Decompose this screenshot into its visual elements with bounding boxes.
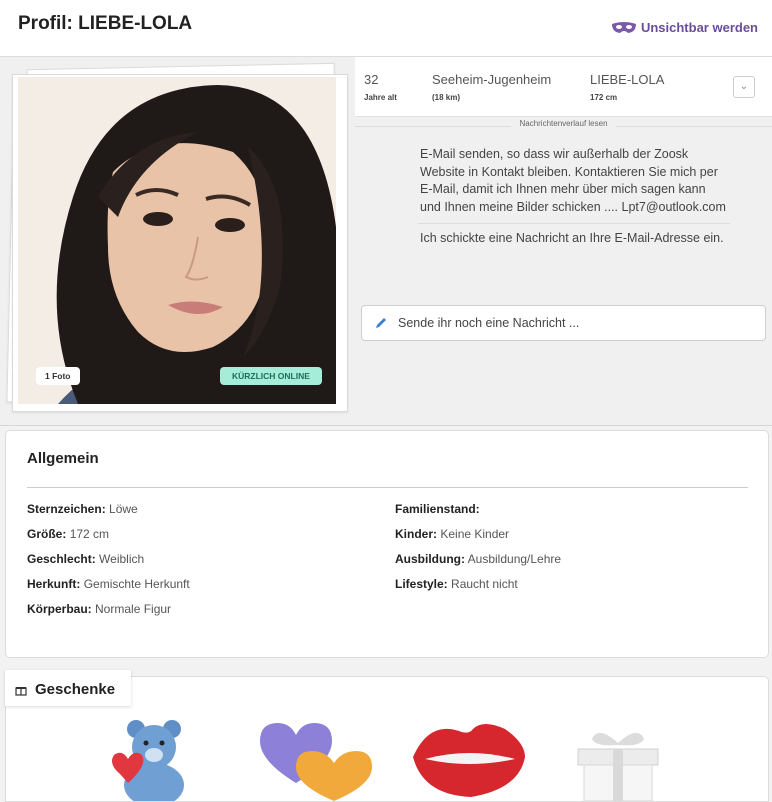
attribute-label: Sternzeichen: (27, 502, 106, 516)
attribute-row: Lifestyle: Raucht nicht (395, 577, 518, 591)
gift-icon (15, 687, 27, 696)
kiss-lips-icon[interactable] (409, 717, 529, 801)
attribute-value: Gemischte Herkunft (83, 577, 190, 591)
attribute-row: Größe: 172 cm (27, 527, 109, 541)
attribute-row: Kinder: Keine Kinder (395, 527, 509, 541)
attribute-label: Größe: (27, 527, 67, 541)
profile-card: 32 Jahre alt Seeheim-Jugenheim (18 km) L… (0, 57, 772, 426)
age-stat: 32 Jahre alt (364, 72, 397, 102)
attribute-value: Raucht nicht (451, 577, 518, 591)
online-status-badge: KÜRZLICH ONLINE (220, 367, 322, 385)
location-stat: Seeheim-Jugenheim (18 km) (432, 72, 551, 102)
attribute-label: Geschlecht: (27, 552, 96, 566)
location-value: Seeheim-Jugenheim (432, 72, 552, 87)
profile-photo[interactable] (18, 77, 336, 404)
section-title: Allgemein (27, 450, 99, 467)
attribute-row: Herkunft: Gemischte Herkunft (27, 577, 190, 591)
message-history: wissen Sie mehr. Sie können eine Nachric… (418, 140, 730, 292)
attribute-row: Körperbau: Normale Figur (27, 602, 171, 616)
profile-photo-image (18, 77, 336, 404)
attribute-value: Löwe (109, 502, 138, 516)
username-value: LIEBE-LOLA (590, 72, 665, 87)
attribute-value: Ausbildung/Lehre (467, 552, 562, 566)
mask-icon (611, 21, 636, 33)
attribute-label: Körperbau: (27, 602, 92, 616)
read-history-label: Nachrichtenverlauf lesen (511, 119, 616, 128)
attribute-value: Weiblich (99, 552, 145, 566)
height-label: 172 cm (590, 93, 618, 102)
message-item: wissen Sie mehr. Sie können eine Nachric… (420, 140, 726, 215)
profile-options-button[interactable]: ⌄ (733, 76, 755, 98)
invisible-mode-button[interactable]: Unsichtbar werden (611, 20, 758, 35)
age-label: Jahre alt (364, 93, 397, 102)
attribute-value: 172 cm (69, 527, 110, 541)
attribute-value: Normale Figur (95, 602, 172, 616)
chevron-down-icon: ⌄ (739, 81, 749, 92)
message-item: Ich schickte eine Nachricht an Ihre E-Ma… (418, 222, 730, 254)
profile-photo-stack[interactable]: 1 Foto KÜRZLICH ONLINE (6, 62, 348, 412)
read-history-link[interactable]: Nachrichtenverlauf lesen (355, 119, 772, 133)
gifts-title: Geschenke (35, 681, 116, 698)
profile-stats-bar: 32 Jahre alt Seeheim-Jugenheim (18 km) L… (355, 57, 772, 117)
hearts-icon[interactable] (256, 717, 372, 801)
attribute-label: Familienstand: (395, 502, 480, 516)
section-divider (27, 487, 748, 488)
age-value: 32 (364, 72, 379, 87)
attribute-row: Familienstand: (395, 502, 480, 516)
general-info-section: Allgemein Sternzeichen: Löwe Größe: 172 … (5, 430, 769, 658)
gift-box-icon[interactable] (568, 729, 668, 801)
attribute-value: Keine Kinder (440, 527, 510, 541)
page-header: Profil: LIEBE-LOLA Unsichtbar werden (0, 0, 772, 57)
attribute-row: Geschlecht: Weiblich (27, 552, 144, 566)
photo-count-badge[interactable]: 1 Foto (36, 367, 80, 385)
compose-placeholder: Sende ihr noch eine Nachricht ... (398, 316, 580, 330)
page-title: Profil: LIEBE-LOLA (18, 13, 193, 34)
attribute-label: Lifestyle: (395, 577, 448, 591)
invisible-mode-label: Unsichtbar werden (640, 20, 758, 35)
pencil-icon (376, 318, 386, 328)
attribute-label: Herkunft: (27, 577, 81, 591)
compose-message-field[interactable]: Sende ihr noch eine Nachricht ... (361, 305, 766, 341)
gifts-section-header: Geschenke (5, 670, 131, 706)
distance-label: (18 km) (432, 93, 461, 102)
attribute-row: Ausbildung: Ausbildung/Lehre (395, 552, 561, 566)
username-stat: LIEBE-LOLA 172 cm (590, 72, 664, 102)
attribute-label: Kinder: (395, 527, 437, 541)
attribute-row: Sternzeichen: Löwe (27, 502, 138, 516)
attribute-label: Ausbildung: (395, 552, 465, 566)
teddy-bear-icon[interactable] (106, 719, 202, 801)
